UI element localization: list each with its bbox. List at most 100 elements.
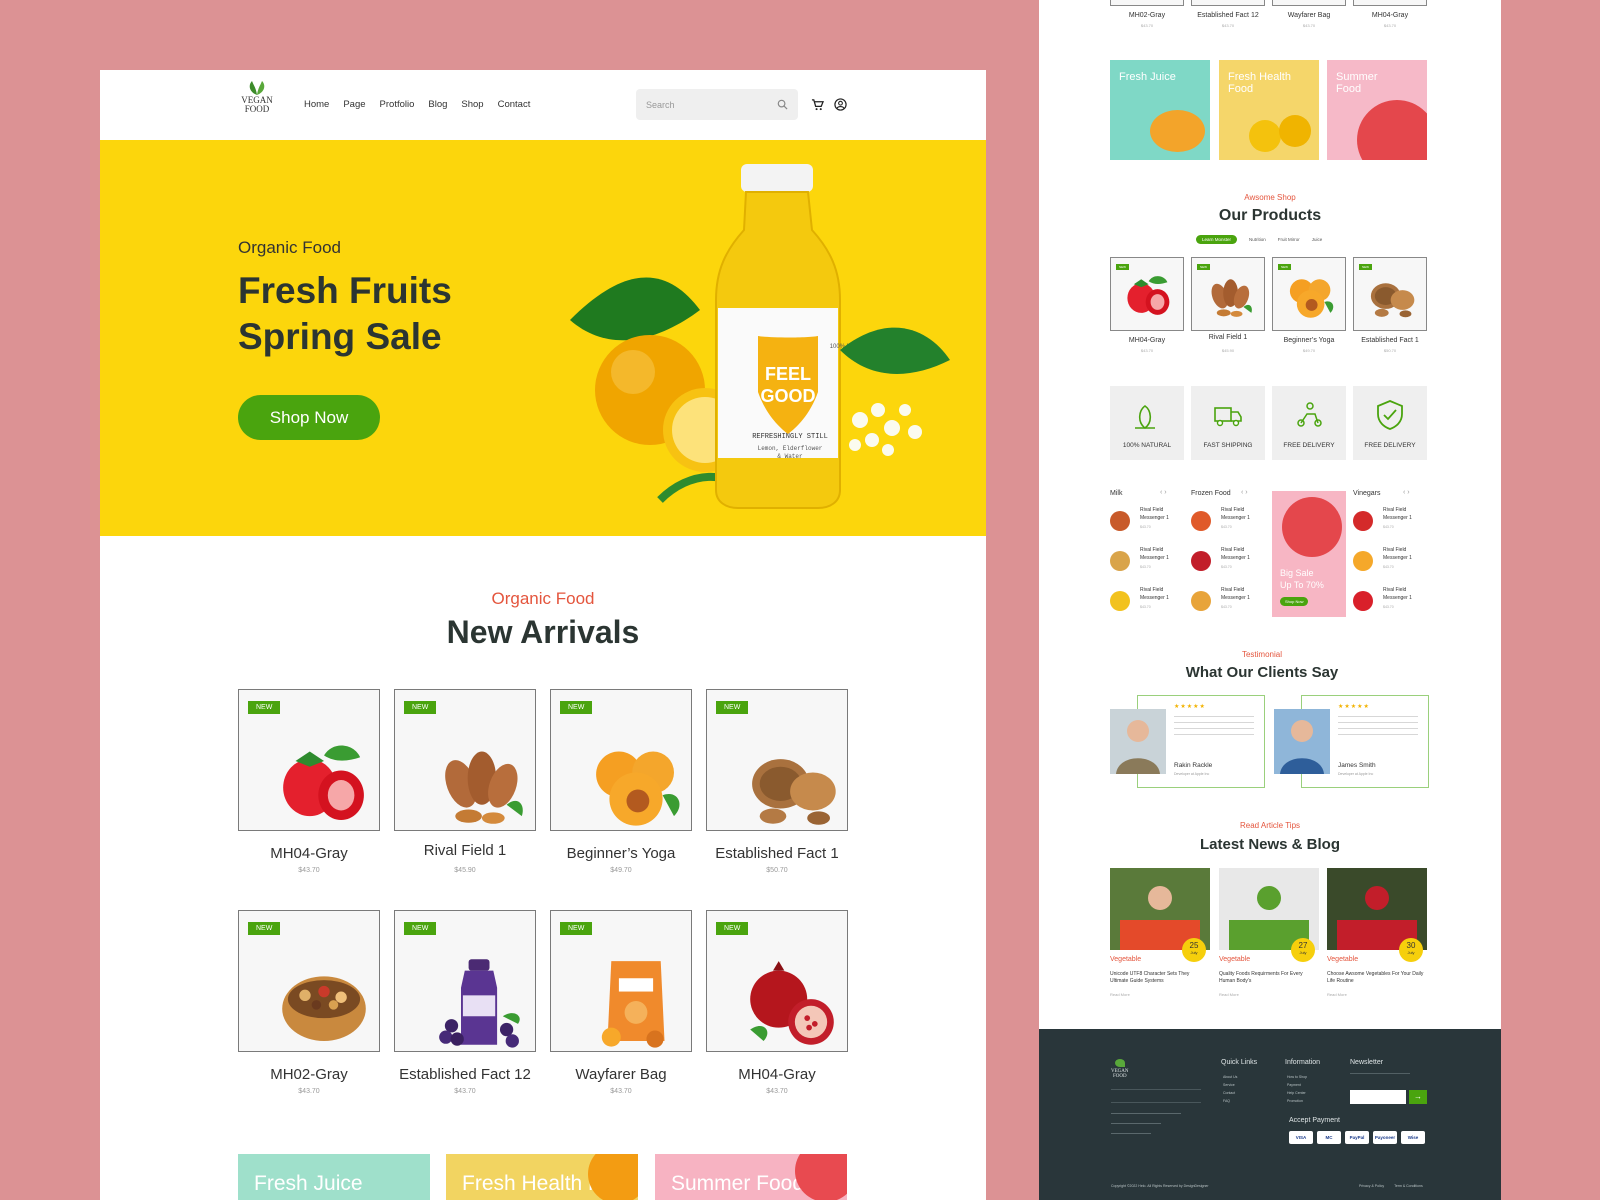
r-product-card[interactable]: NEW	[1353, 257, 1427, 331]
product-name[interactable]: MH04-Gray	[706, 1066, 848, 1083]
list-item-name-2[interactable]: Messenger 1	[1221, 555, 1250, 561]
menu-item-shop[interactable]: Shop	[461, 99, 483, 110]
r-promo-juice[interactable]: Fresh Juice	[1110, 60, 1210, 160]
product-card[interactable]: NEW	[238, 689, 380, 831]
r-top-name[interactable]: Established Fact 12	[1191, 12, 1265, 19]
tab-fruit-mirror[interactable]: Fruit Mirror	[1278, 235, 1300, 244]
list-item-name-2[interactable]: Messenger 1	[1383, 555, 1412, 561]
product-name[interactable]: MH02-Gray	[238, 1066, 380, 1083]
read-more-link[interactable]: Read More	[1110, 992, 1130, 997]
r-product-name[interactable]: Beginner’s Yoga	[1272, 337, 1346, 344]
logo[interactable]: VEGAN FOOD	[238, 80, 276, 130]
r-top-card[interactable]	[1191, 0, 1265, 6]
quick-link[interactable]: Contact	[1223, 1089, 1237, 1097]
promo-fresh-juice[interactable]: Fresh Juice	[238, 1154, 430, 1200]
sale-shop-now-button[interactable]: Shop Now	[1280, 597, 1309, 606]
list-item-name[interactable]: Rival Field	[1383, 507, 1406, 513]
promo-summer-food[interactable]: Summer Food	[655, 1154, 847, 1200]
product-card[interactable]: NEW	[394, 689, 536, 831]
r-product-card[interactable]: NEW	[1191, 257, 1265, 331]
r-top-card[interactable]	[1272, 0, 1346, 6]
info-link[interactable]: Help Center	[1287, 1089, 1307, 1097]
search-input[interactable]: Search	[636, 89, 798, 120]
r-top-name[interactable]: MH02-Gray	[1110, 12, 1184, 19]
menu-item-page[interactable]: Page	[343, 99, 365, 110]
blog-post-title[interactable]: Quality Foods Requirments For Every Huma…	[1219, 971, 1317, 985]
list-item-name[interactable]: Rival Field	[1221, 507, 1244, 513]
list-item-name[interactable]: Rival Field	[1221, 547, 1244, 553]
list-item-name-2[interactable]: Messenger 1	[1383, 515, 1412, 521]
tab-juice[interactable]: Juice	[1312, 235, 1323, 244]
menu-item-portfolio[interactable]: Protfolio	[380, 99, 415, 110]
list-item-name-2[interactable]: Messenger 1	[1221, 595, 1250, 601]
product-name[interactable]: MH04-Gray	[238, 845, 380, 862]
r-top-name[interactable]: Wayfarer Bag	[1272, 12, 1346, 19]
product-name[interactable]: Wayfarer Bag	[550, 1066, 692, 1083]
product-card[interactable]: NEW	[394, 910, 536, 1052]
tab-learn-monster[interactable]: Learn Monster	[1196, 235, 1238, 244]
newsletter-submit-button[interactable]: →	[1409, 1090, 1427, 1104]
quick-link[interactable]: FAQ	[1223, 1097, 1237, 1105]
r-product-name[interactable]: Rival Field 1	[1191, 334, 1265, 341]
product-card[interactable]: NEW	[706, 689, 848, 831]
terms-link[interactable]: Term & Conditions	[1394, 1184, 1423, 1188]
blog-post-title[interactable]: Unicode UTF8 Character Sets They Ultimat…	[1110, 971, 1208, 985]
product-card[interactable]: NEW	[550, 689, 692, 831]
list-item-name[interactable]: Rival Field	[1383, 547, 1406, 553]
r-promo-summer[interactable]: Summer Food	[1327, 60, 1427, 160]
blog-post-title[interactable]: Choose Awsome Vegetables For Your Daily …	[1327, 971, 1425, 985]
menu-item-blog[interactable]: Blog	[428, 99, 447, 110]
quick-link[interactable]: Service	[1223, 1081, 1237, 1089]
info-link[interactable]: Promotion	[1287, 1097, 1307, 1105]
list-item-name[interactable]: Rival Field	[1140, 547, 1163, 553]
product-name[interactable]: Beginner’s Yoga	[550, 845, 692, 862]
r-top-card[interactable]	[1110, 0, 1184, 6]
r-top-card[interactable]	[1353, 0, 1427, 6]
read-more-link[interactable]: Read More	[1327, 992, 1347, 997]
date-badge: 30 July	[1399, 938, 1423, 962]
list-item-name[interactable]: Rival Field	[1383, 587, 1406, 593]
search-icon[interactable]	[777, 99, 788, 110]
info-link[interactable]: How to Shop	[1287, 1073, 1307, 1081]
product-card[interactable]: NEW	[706, 910, 848, 1052]
list-item-name-2[interactable]: Messenger 1	[1140, 595, 1169, 601]
product-name[interactable]: Rival Field 1	[394, 842, 536, 859]
blog-category[interactable]: Vegetable	[1327, 956, 1358, 963]
menu-item-contact[interactable]: Contact	[498, 99, 531, 110]
list-item-name-2[interactable]: Messenger 1	[1140, 515, 1169, 521]
r-product-card[interactable]: NEW	[1110, 257, 1184, 331]
footer-logo[interactable]: VEGAN FOOD	[1111, 1059, 1129, 1079]
r-promo-health[interactable]: Fresh Health Food	[1219, 60, 1319, 160]
r-product-card[interactable]: NEW	[1272, 257, 1346, 331]
product-name[interactable]: Established Fact 1	[706, 845, 848, 862]
shop-now-button[interactable]: Shop Now	[238, 395, 380, 440]
list-item-name[interactable]: Rival Field	[1140, 507, 1163, 513]
list-arrows[interactable]: ‹ ›	[1241, 489, 1248, 496]
big-sale-banner[interactable]: Big Sale Up To 70% Shop Now	[1272, 491, 1346, 617]
read-more-link[interactable]: Read More	[1219, 992, 1239, 997]
promo-fresh-health[interactable]: Fresh Health Food	[446, 1154, 638, 1200]
list-arrows[interactable]: ‹ ›	[1160, 489, 1167, 496]
quick-link[interactable]: About Us	[1223, 1073, 1237, 1081]
list-item-name-2[interactable]: Messenger 1	[1140, 555, 1169, 561]
tab-nutrition[interactable]: Nutrition	[1249, 235, 1266, 244]
menu-item-home[interactable]: Home	[304, 99, 329, 110]
newsletter-email-input[interactable]	[1350, 1090, 1406, 1104]
list-arrows[interactable]: ‹ ›	[1403, 489, 1410, 496]
cart-icon[interactable]	[811, 98, 824, 111]
product-card[interactable]: NEW	[238, 910, 380, 1052]
user-icon[interactable]	[834, 98, 847, 111]
list-item-name-2[interactable]: Messenger 1	[1221, 515, 1250, 521]
product-name[interactable]: Established Fact 12	[394, 1066, 536, 1083]
product-card[interactable]: NEW	[550, 910, 692, 1052]
list-item-name[interactable]: Rival Field	[1140, 587, 1163, 593]
list-item-name[interactable]: Rival Field	[1221, 587, 1244, 593]
list-item-name-2[interactable]: Messenger 1	[1383, 595, 1412, 601]
blog-category[interactable]: Vegetable	[1219, 956, 1250, 963]
privacy-link[interactable]: Privacy & Policy	[1359, 1184, 1384, 1188]
r-product-name[interactable]: MH04-Gray	[1110, 337, 1184, 344]
r-product-name[interactable]: Established Fact 1	[1353, 337, 1427, 344]
info-link[interactable]: Payment	[1287, 1081, 1307, 1089]
r-top-name[interactable]: MH04-Gray	[1353, 12, 1427, 19]
blog-category[interactable]: Vegetable	[1110, 956, 1141, 963]
